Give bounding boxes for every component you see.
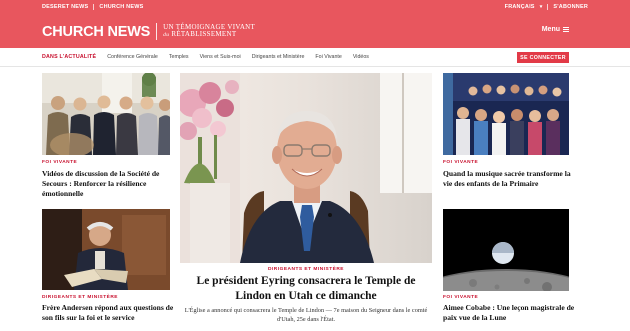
nav-item-general-conference[interactable]: Conférence Générale <box>107 54 158 60</box>
menu-label: Menu <box>541 26 560 33</box>
site-header: CHURCH NEWS UN TÉMOIGNAGE VIVANT du RÉTA… <box>0 14 630 48</box>
menu-button[interactable]: Menu <box>542 26 569 33</box>
logo-divider <box>156 23 158 40</box>
nav-item-temples[interactable]: Temples <box>169 54 189 60</box>
chevron-down-icon[interactable]: ▾ <box>540 4 543 10</box>
hero-kicker[interactable]: DIRIGEANTS ET MINISTÈRE <box>180 267 432 272</box>
divider <box>93 4 95 10</box>
nav-item-news[interactable]: DANS L'ACTUALITÉ <box>42 54 96 60</box>
article-headline[interactable]: Vidéos de discussion de la Société de Se… <box>42 169 174 199</box>
article-headline[interactable]: Aimee Cobabe : Une leçon magistrale de p… <box>443 303 575 323</box>
tagline-line2: du RÉTABLISSEMENT <box>163 30 237 38</box>
deseret-news-link[interactable]: DESERET NEWS <box>42 4 88 10</box>
hamburger-icon <box>563 27 569 32</box>
article-image-earthrise[interactable] <box>443 209 569 291</box>
article-kicker[interactable]: DIRIGEANTS ET MINISTÈRE <box>42 295 118 300</box>
logo-text: CHURCH NEWS <box>42 23 151 40</box>
article-headline[interactable]: Frère Andersen répond aux questions de s… <box>42 303 174 323</box>
hero-summary: L'Église a annoncé qui consacrera le Tem… <box>184 307 428 323</box>
top-utility-bar: DESERET NEWS CHURCH NEWS FRANÇAIS ▾ S'AB… <box>0 0 630 14</box>
nav-item-videos[interactable]: Vidéos <box>353 54 369 60</box>
article-kicker[interactable]: FOI VIVANTE <box>443 160 478 165</box>
article-kicker[interactable]: FOI VIVANTE <box>443 295 478 300</box>
language-select[interactable]: FRANÇAIS <box>505 4 535 10</box>
nav-item-come-follow-me[interactable]: Viens et Suis-moi <box>200 54 241 60</box>
article-kicker[interactable]: FOI VIVANTE <box>42 160 77 165</box>
site-logo[interactable]: CHURCH NEWS UN TÉMOIGNAGE VIVANT du RÉTA… <box>42 23 255 40</box>
church-news-link[interactable]: CHURCH NEWS <box>99 4 143 10</box>
hero-image-eyring[interactable] <box>180 73 432 263</box>
article-headline[interactable]: Quand la musique sacrée transforme la vi… <box>443 169 575 189</box>
logo-tagline: UN TÉMOIGNAGE VIVANT du RÉTABLISSEMENT <box>163 23 255 40</box>
sign-in-button[interactable]: SE CONNECTER <box>517 52 569 63</box>
article-image-primary-children[interactable] <box>443 73 569 155</box>
nav-item-leaders-ministry[interactable]: Dirigeants et Ministère <box>252 54 305 60</box>
hero-headline[interactable]: Le président Eyring consacrera le Temple… <box>180 274 432 304</box>
article-image-andersen[interactable] <box>42 209 170 290</box>
divider <box>547 4 549 10</box>
section-nav: DANS L'ACTUALITÉ Conférence Générale Tem… <box>0 48 630 67</box>
subscribe-link[interactable]: S'ABONNER <box>553 4 588 10</box>
nav-item-living-faith[interactable]: Foi Vivante <box>315 54 341 60</box>
article-image-relief-society[interactable] <box>42 73 170 155</box>
